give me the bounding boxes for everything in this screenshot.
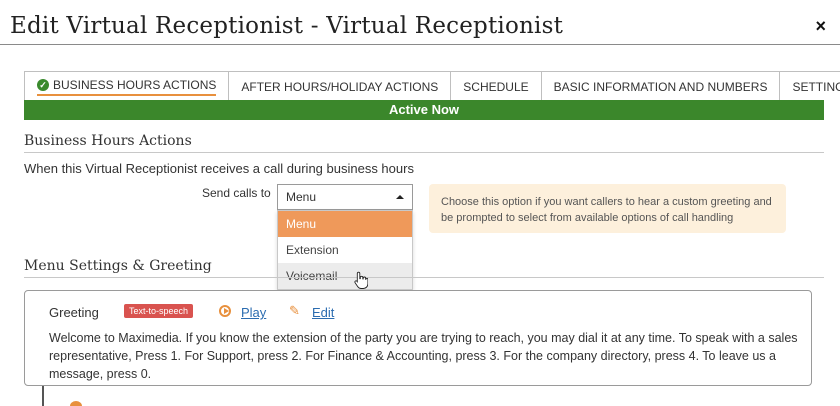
option-info-box: Choose this option if you want callers t… [429, 184, 786, 233]
tab-bar: ✓ BUSINESS HOURS ACTIONS AFTER HOURS/HOL… [24, 71, 840, 101]
tree-connector-line [42, 386, 44, 406]
menu-node-icon [70, 401, 82, 406]
text-to-speech-badge: Text-to-speech [124, 304, 194, 318]
tab-schedule[interactable]: SCHEDULE [450, 71, 542, 101]
tab-label: BASIC INFORMATION AND NUMBERS [553, 79, 768, 94]
section-divider [24, 277, 824, 278]
business-hours-intro: When this Virtual Receptionist receives … [24, 161, 414, 176]
send-calls-select[interactable]: Menu [277, 184, 413, 210]
send-calls-label: Send calls to [202, 186, 271, 200]
tab-basic-information-and-numbers[interactable]: BASIC INFORMATION AND NUMBERS [540, 71, 781, 101]
check-circle-icon: ✓ [37, 78, 49, 91]
pencil-icon[interactable]: ✎ [289, 303, 300, 319]
tab-label: AFTER HOURS/HOLIDAY ACTIONS [241, 79, 439, 94]
close-button[interactable]: × [815, 17, 826, 35]
title-divider [0, 44, 840, 45]
play-icon[interactable] [219, 305, 231, 317]
tab-business-hours-actions[interactable]: ✓ BUSINESS HOURS ACTIONS [24, 71, 230, 101]
active-status-bar: Active Now [24, 100, 824, 120]
tab-label: BUSINESS HOURS ACTIONS [53, 77, 217, 92]
menu-settings-heading: Menu Settings & Greeting [24, 258, 212, 274]
hand-pointer-icon [354, 271, 368, 289]
greeting-label: Greeting [49, 305, 99, 320]
tab-settings[interactable]: SETTINGS [779, 71, 840, 101]
section-divider [24, 152, 824, 153]
greeting-text: Welcome to Maximedia. If you know the ex… [49, 331, 798, 381]
caret-up-icon [396, 195, 404, 199]
business-hours-heading: Business Hours Actions [24, 133, 192, 149]
tab-label: SETTINGS [792, 79, 840, 94]
tab-after-hours-holiday-actions[interactable]: AFTER HOURS/HOLIDAY ACTIONS [228, 71, 452, 101]
option-menu[interactable]: Menu [278, 211, 412, 237]
greeting-panel: Greeting Text-to-speech Play ✎ Edit Welc… [24, 290, 812, 386]
selected-value: Menu [286, 190, 317, 204]
send-calls-dropdown: Menu Extension Voicemail [277, 210, 413, 290]
play-link[interactable]: Play [241, 305, 266, 320]
edit-link[interactable]: Edit [312, 305, 334, 320]
option-voicemail[interactable]: Voicemail [278, 263, 412, 289]
option-extension[interactable]: Extension [278, 237, 412, 263]
modal-title: Edit Virtual Receptionist - Virtual Rece… [10, 13, 564, 39]
tab-label: SCHEDULE [463, 79, 529, 94]
tab-active-indicator: ✓ BUSINESS HOURS ACTIONS [37, 77, 217, 96]
